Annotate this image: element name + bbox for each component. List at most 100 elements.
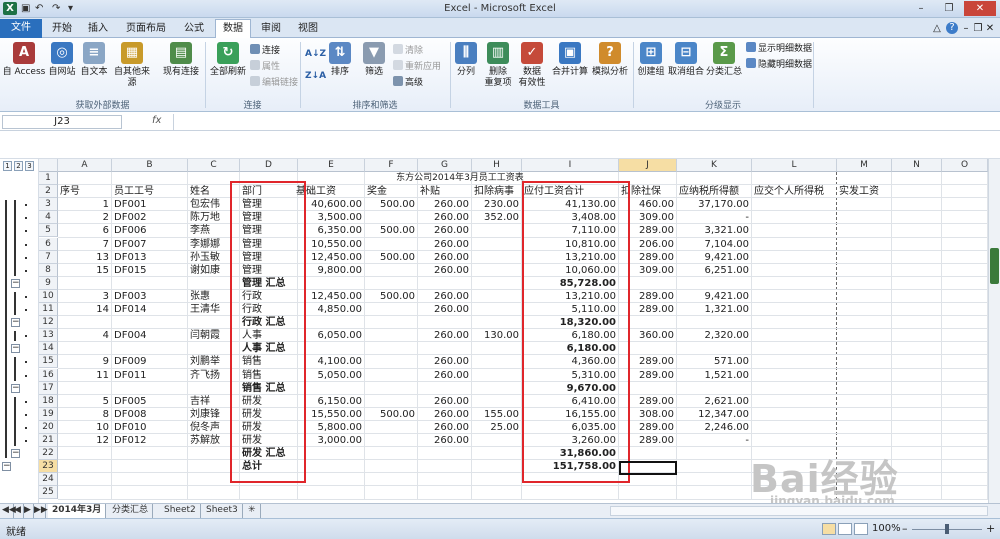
cell-A18[interactable]: 5 bbox=[60, 395, 109, 408]
cell-K18[interactable]: 2,621.00 bbox=[679, 395, 749, 408]
from-text-button[interactable]: ≡ 自文本 bbox=[78, 42, 110, 94]
properties-button[interactable]: 属性 bbox=[250, 60, 280, 73]
tab-formulas[interactable]: 公式 bbox=[178, 20, 210, 38]
column-header-N[interactable]: N bbox=[892, 159, 942, 172]
collapse-group-button[interactable]: − bbox=[11, 318, 20, 328]
column-header-O[interactable]: O bbox=[942, 159, 988, 172]
row-header-13[interactable]: 13 bbox=[39, 329, 58, 343]
cell-G10[interactable]: 260.00 bbox=[420, 290, 469, 303]
tab-file[interactable]: 文件 bbox=[0, 19, 42, 38]
cell-A13[interactable]: 4 bbox=[60, 329, 109, 342]
tab-data[interactable]: 数据 bbox=[215, 19, 251, 38]
tab-review[interactable]: 审阅 bbox=[255, 20, 287, 38]
row-header-11[interactable]: 11 bbox=[39, 303, 58, 316]
sheet-tab-active[interactable]: 2014年3月 bbox=[48, 504, 107, 518]
cell-E7[interactable]: 12,450.00 bbox=[300, 251, 362, 264]
workbook-restore-button[interactable]: ❐ bbox=[972, 20, 984, 38]
collapse-group-button[interactable]: − bbox=[11, 344, 20, 354]
column-header-I[interactable]: I bbox=[522, 159, 619, 172]
cell-A19[interactable]: 8 bbox=[60, 408, 109, 421]
collapse-all-button[interactable]: − bbox=[2, 462, 11, 472]
tab-page-layout[interactable]: 页面布局 bbox=[120, 20, 172, 38]
cell-E5[interactable]: 6,350.00 bbox=[300, 224, 362, 237]
sort-descending-button[interactable]: Z↓A bbox=[305, 70, 326, 83]
row-header-4[interactable]: 4 bbox=[39, 211, 58, 225]
row-header-3[interactable]: 3 bbox=[39, 198, 58, 212]
cell-B6[interactable]: DF007 bbox=[114, 238, 185, 251]
reapply-button[interactable]: 重新应用 bbox=[393, 60, 441, 73]
cell-E19[interactable]: 15,550.00 bbox=[300, 408, 362, 421]
active-cell-j23[interactable] bbox=[619, 461, 677, 475]
column-header-C[interactable]: C bbox=[188, 159, 240, 172]
function-icon[interactable]: fx bbox=[152, 115, 172, 126]
column-header-B[interactable]: B bbox=[112, 159, 188, 172]
zoom-in-button[interactable]: + bbox=[986, 522, 995, 535]
cell-E18[interactable]: 6,150.00 bbox=[300, 395, 362, 408]
cell-A8[interactable]: 15 bbox=[60, 264, 109, 277]
column-header-K[interactable]: K bbox=[677, 159, 752, 172]
header-cell-K[interactable]: 应纳税所得额 bbox=[679, 185, 749, 198]
cell-H3[interactable]: 230.00 bbox=[474, 198, 519, 211]
cell-A10[interactable]: 3 bbox=[60, 290, 109, 303]
cell-G4[interactable]: 260.00 bbox=[420, 211, 469, 224]
cell-G16[interactable]: 260.00 bbox=[420, 369, 469, 382]
connections-button[interactable]: 连接 bbox=[250, 44, 280, 57]
cell-K5[interactable]: 3,321.00 bbox=[679, 224, 749, 237]
cell-E13[interactable]: 6,050.00 bbox=[300, 329, 362, 342]
scroll-thumb[interactable] bbox=[990, 248, 999, 284]
cell-B11[interactable]: DF014 bbox=[114, 303, 185, 316]
cell-G8[interactable]: 260.00 bbox=[420, 264, 469, 277]
cell-G21[interactable]: 260.00 bbox=[420, 434, 469, 447]
page-layout-view-icon[interactable] bbox=[838, 523, 852, 535]
zoom-level[interactable]: 100% bbox=[872, 523, 901, 534]
close-button[interactable]: ✕ bbox=[964, 1, 996, 16]
zoom-out-button[interactable]: – bbox=[902, 522, 908, 535]
column-header-L[interactable]: L bbox=[752, 159, 837, 172]
cell-F3[interactable]: 500.00 bbox=[367, 198, 415, 211]
cell-K7[interactable]: 9,421.00 bbox=[679, 251, 749, 264]
cell-E20[interactable]: 5,800.00 bbox=[300, 421, 362, 434]
column-header-F[interactable]: F bbox=[365, 159, 418, 172]
header-cell-L[interactable]: 应交个人所得税 bbox=[754, 185, 834, 198]
cell-K10[interactable]: 9,421.00 bbox=[679, 290, 749, 303]
cell-H20[interactable]: 25.00 bbox=[474, 421, 519, 434]
sort-ascending-button[interactable]: A↓Z bbox=[305, 48, 326, 61]
remove-duplicates-button[interactable]: ▥ 删除 重复项 bbox=[482, 42, 514, 94]
cell-G11[interactable]: 260.00 bbox=[420, 303, 469, 316]
row-header-5[interactable]: 5 bbox=[39, 224, 58, 238]
row-header-8[interactable]: 8 bbox=[39, 263, 58, 277]
help-icon[interactable]: ? bbox=[946, 22, 958, 34]
cell-K16[interactable]: 1,521.00 bbox=[679, 369, 749, 382]
select-all-corner[interactable] bbox=[39, 159, 58, 172]
first-sheet-nav-icon[interactable]: ◀◀ bbox=[2, 504, 16, 518]
cell-K4[interactable]: - bbox=[679, 211, 749, 224]
cell-F19[interactable]: 500.00 bbox=[367, 408, 415, 421]
cell-B3[interactable]: DF001 bbox=[114, 198, 185, 211]
cell-B10[interactable]: DF003 bbox=[114, 290, 185, 303]
from-web-button[interactable]: ◎ 自网站 bbox=[46, 42, 78, 94]
cell-G5[interactable]: 260.00 bbox=[420, 224, 469, 237]
name-box[interactable]: J23 bbox=[2, 115, 122, 129]
cell-A21[interactable]: 12 bbox=[60, 434, 109, 447]
cell-B19[interactable]: DF008 bbox=[114, 408, 185, 421]
row-header-7[interactable]: 7 bbox=[39, 250, 58, 264]
cell-K21[interactable]: - bbox=[679, 434, 749, 447]
prev-sheet-nav-icon[interactable]: ◀ bbox=[14, 504, 24, 518]
cell-G7[interactable]: 260.00 bbox=[420, 251, 469, 264]
cell-B8[interactable]: DF015 bbox=[114, 264, 185, 277]
header-cell-B[interactable]: 员工工号 bbox=[114, 185, 185, 198]
column-header-H[interactable]: H bbox=[472, 159, 522, 172]
row-header-6[interactable]: 6 bbox=[39, 237, 58, 251]
data-validation-button[interactable]: ✓ 数据 有效性 bbox=[516, 42, 548, 94]
cell-A20[interactable]: 10 bbox=[60, 421, 109, 434]
show-detail-button[interactable]: 显示明细数据 bbox=[746, 42, 812, 55]
row-header-18[interactable]: 18 bbox=[39, 394, 58, 408]
cell-A15[interactable]: 9 bbox=[60, 355, 109, 368]
cell-G3[interactable]: 260.00 bbox=[420, 198, 469, 211]
cell-K11[interactable]: 1,321.00 bbox=[679, 303, 749, 316]
cell-G20[interactable]: 260.00 bbox=[420, 421, 469, 434]
normal-view-icon[interactable] bbox=[822, 523, 836, 535]
zoom-slider-thumb[interactable] bbox=[945, 524, 949, 534]
cell-B20[interactable]: DF010 bbox=[114, 421, 185, 434]
cell-K6[interactable]: 7,104.00 bbox=[679, 238, 749, 251]
